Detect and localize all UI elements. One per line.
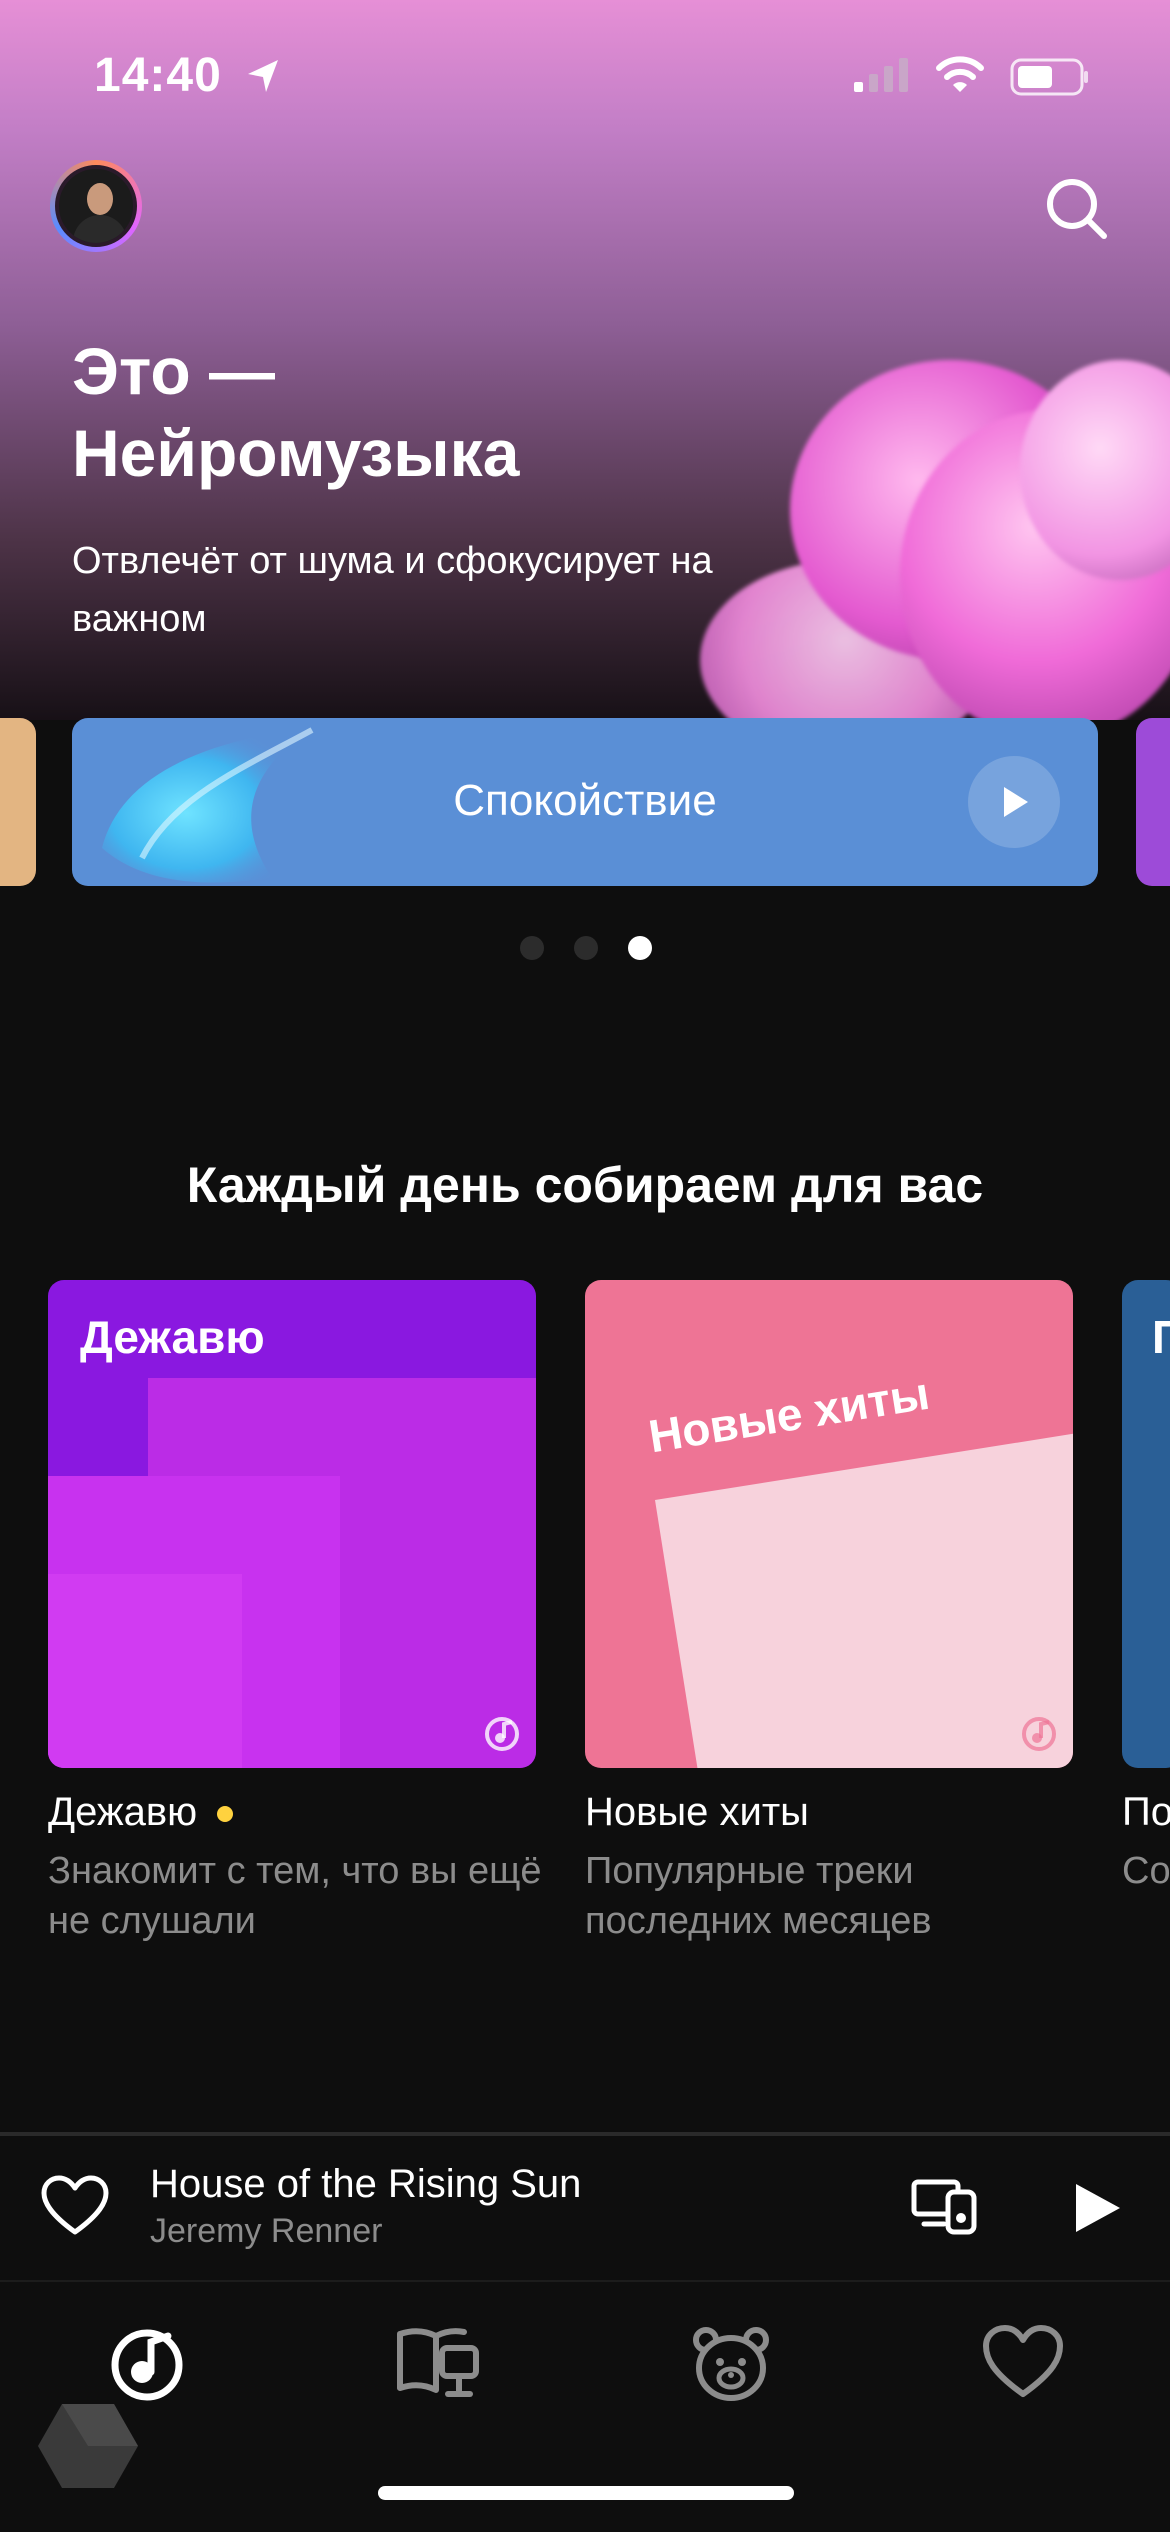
playlist-name[interactable]: Дежавю — [48, 1790, 234, 1835]
mood-card-next[interactable] — [1136, 718, 1170, 886]
page-dot — [520, 936, 544, 960]
profile-avatar[interactable] — [50, 160, 142, 252]
mood-play-button[interactable] — [968, 756, 1060, 848]
playlist-card-partial[interactable]: П — [1122, 1280, 1170, 1768]
music-app-icon — [485, 1717, 519, 1751]
mini-player[interactable]: House of the Rising Sun Jeremy Renner — [0, 2136, 1170, 2280]
mood-card-calm[interactable]: Спокойствие — [72, 718, 1098, 886]
home-indicator[interactable] — [378, 2486, 794, 2500]
cellular-signal-icon — [854, 58, 908, 92]
playlist-name[interactable]: По — [1122, 1790, 1170, 1835]
cover-art-shape — [48, 1574, 242, 1768]
location-arrow-icon — [248, 60, 278, 92]
track-title: House of the Rising Sun — [150, 2162, 582, 2206]
mood-card-label: Спокойствие — [453, 776, 717, 825]
playlist-description: Популярные треки последних месяцев — [585, 1850, 932, 1942]
playlist-name-text: Дежавю — [48, 1790, 198, 1834]
music-note-disc-icon[interactable] — [102, 2318, 192, 2408]
playlist-cover-title: П — [1152, 1311, 1170, 1363]
section-title: Каждый день собираем для вас — [186, 1157, 984, 1213]
hero-subtitle: Отвлечёт от шума и сфокусирует на важном — [72, 540, 713, 640]
play-icon[interactable] — [1070, 2180, 1124, 2236]
mood-card-prev[interactable] — [0, 718, 36, 886]
music-app-icon — [1022, 1717, 1056, 1751]
playlist-name[interactable]: Новые хиты — [585, 1790, 809, 1835]
page-dot-active — [628, 936, 652, 960]
battery-icon — [1010, 58, 1088, 96]
bear-kids-icon[interactable] — [686, 2318, 776, 2408]
hero-title: Это — Нейромузыка — [72, 330, 772, 494]
like-heart-icon[interactable] — [40, 2174, 110, 2238]
cover-art-shape — [655, 1426, 1073, 1768]
hero-title-line: Это — — [72, 334, 276, 408]
playlist-card-dejavu[interactable]: Дежавю — [48, 1280, 536, 1768]
search-icon[interactable] — [1040, 172, 1112, 244]
status-bar: 14:40 — [0, 0, 1170, 150]
assistant-cube-icon[interactable] — [36, 2400, 140, 2492]
new-indicator-dot — [217, 1806, 234, 1823]
playlist-cover-title: Новые хиты — [645, 1366, 933, 1463]
status-time: 14:40 — [94, 49, 222, 102]
wifi-icon — [936, 56, 984, 92]
playlist-description: Знакомит с тем, что вы ещё не слушали — [48, 1850, 542, 1942]
carousel-page-indicator — [520, 936, 660, 964]
page-dot — [574, 936, 598, 960]
playlist-cover-title: Дежавю — [80, 1311, 265, 1363]
devices-cast-icon[interactable] — [910, 2174, 980, 2238]
library-book-icon[interactable] — [392, 2318, 482, 2408]
play-icon — [1004, 787, 1028, 817]
heart-icon[interactable] — [978, 2318, 1068, 2408]
playlist-description: Со — [1122, 1850, 1170, 1892]
hero-title-line: Нейромузыка — [72, 416, 520, 490]
playlist-card-new-hits[interactable]: Новые хиты — [585, 1280, 1073, 1768]
track-artist: Jeremy Renner — [150, 2212, 383, 2250]
